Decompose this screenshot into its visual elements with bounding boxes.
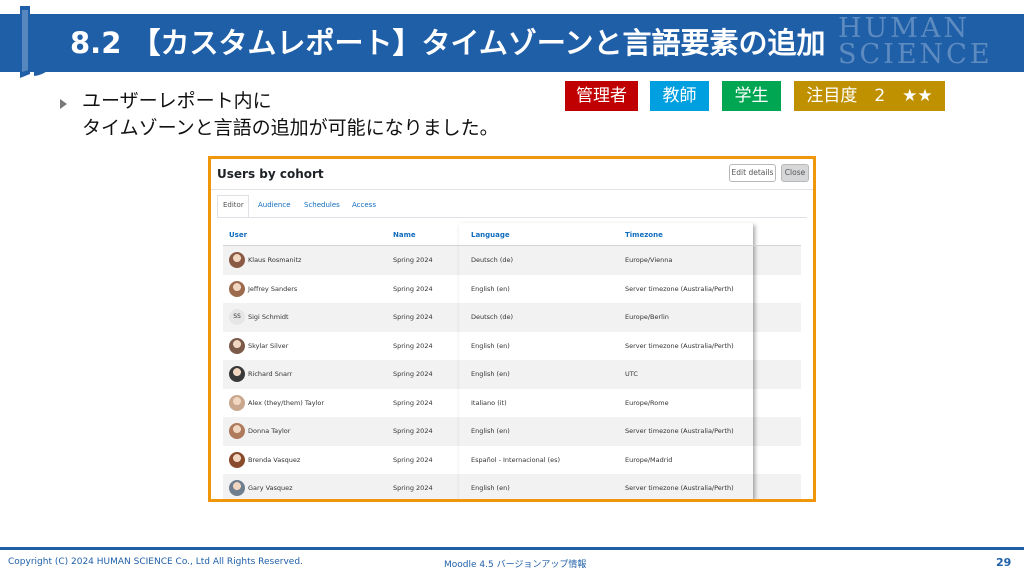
column-header-timezone[interactable]: Timezone [625,231,663,239]
cell-timezone: Server timezone (Australia/Perth) [625,341,734,350]
tab-audience[interactable]: Audience [258,201,291,209]
avatar[interactable] [229,366,245,382]
badge-student: 学生 [722,81,781,111]
cell-language: English (en) [471,370,510,378]
cell-timezone: Server timezone (Australia/Perth) [625,427,734,435]
bullet-text: ユーザーレポート内に タイムゾーンと言語の追加が可能になりました。 [82,88,499,142]
cell-timezone: Europe/Berlin [625,313,669,321]
cell-language: Deutsch (de) [471,313,514,321]
badge-attention-level: 注目度 2 ★★ [794,81,945,111]
watermark-line-2: SCIENCE [838,39,993,70]
tab-schedules[interactable]: Schedules [304,201,340,209]
report-screenshot: Users by cohort Edit details Close Edito… [208,156,816,502]
cell-timezone: UTC [625,370,638,378]
page-number: 29 [996,556,1012,569]
cell-cohort-name: Spring 2024 [393,370,433,378]
avatar[interactable] [229,252,245,268]
cell-timezone: Europe/Rome [625,398,669,407]
cell-user[interactable]: Donna Taylor [248,417,290,446]
badge-teacher: 教師 [650,81,709,111]
cell-timezone: Europe/Madrid [625,455,673,464]
bullet-line-2: タイムゾーンと言語の追加が可能になりました。 [82,117,499,139]
column-header-name[interactable]: Name [393,231,416,239]
highlight-row: English (en) Server timezone (Australia/P… [459,417,753,446]
cell-language: Deutsch (de) [471,256,514,264]
cell-user[interactable]: Alex (they/them) Taylor [248,389,324,418]
company-logo-icon [20,6,52,78]
report-title: Users by cohort [217,167,324,181]
cell-language: English (en) [471,284,510,293]
company-watermark: HUMAN SCIENCE [838,15,1018,70]
avatar[interactable] [229,394,245,411]
highlight-row: English (en) Server timezone (Australia/P… [459,332,753,361]
highlight-row: English (en) UTC [459,360,753,389]
slide-title: 8.2 【カスタムレポート】タイムゾーンと言語要素の追加 [70,26,826,60]
cell-language: English (en) [471,484,510,492]
cell-cohort-name: Spring 2024 [393,256,433,264]
avatar-initials[interactable]: SS [229,309,245,325]
cell-user[interactable]: Klaus Rosmanitz [248,246,301,275]
cell-language: English (en) [471,341,510,350]
cell-cohort-name: Spring 2024 [393,427,433,435]
cell-cohort-name: Spring 2024 [393,455,433,464]
highlight-row: Deutsch (de) Europe/Berlin [459,303,753,332]
tabs-divider [217,217,807,218]
cell-user[interactable]: Gary Vasquez [248,474,293,499]
cell-timezone: Server timezone (Australia/Perth) [625,284,734,293]
tab-access[interactable]: Access [352,201,376,209]
cell-language: Italiano (it) [471,398,507,407]
footer-divider [0,547,1024,550]
cell-timezone: Europe/Vienna [625,256,673,264]
avatar[interactable] [229,423,245,439]
avatar[interactable] [229,280,245,297]
tab-editor[interactable]: Editor [223,201,244,209]
cell-timezone: Server timezone (Australia/Perth) [625,484,734,492]
cell-cohort-name: Spring 2024 [393,398,433,407]
bullet-line-1: ユーザーレポート内に [82,90,272,112]
cell-cohort-name: Spring 2024 [393,341,433,350]
cell-language: Español - Internacional (es) [471,455,561,464]
avatar[interactable] [229,451,245,468]
footer-center-text: Moodle 4.5 バージョンアップ情報 [444,560,587,570]
cell-user[interactable]: Sigi Schmidt [248,303,289,332]
header-divider [211,189,813,190]
highlight-row: English (en) Server timezone (Australia/P… [459,474,753,499]
edit-details-button[interactable]: Edit details [729,164,776,182]
column-header-user[interactable]: User [229,231,247,239]
cell-cohort-name: Spring 2024 [393,313,433,321]
badge-admin: 管理者 [565,81,638,111]
highlight-row: English (en) Server timezone (Australia/P… [459,275,753,304]
avatar[interactable] [229,337,245,354]
highlight-row: Italiano (it) Europe/Rome [459,389,753,418]
highlight-row: Deutsch (de) Europe/Vienna [459,246,753,275]
column-header-language[interactable]: Language [471,231,510,239]
cell-cohort-name: Spring 2024 [393,484,433,492]
cell-user[interactable]: Skylar Silver [248,332,288,361]
footer-copyright: Copyright (C) 2024 HUMAN SCIENCE Co., Lt… [8,557,303,567]
cell-user[interactable]: Richard Snarr [248,360,292,389]
cell-cohort-name: Spring 2024 [393,284,433,293]
cell-user[interactable]: Jeffrey Sanders [248,275,297,304]
cell-user[interactable]: Brenda Vasquez [248,446,300,475]
column-header-divider [223,245,801,246]
avatar[interactable] [229,480,245,496]
close-button[interactable]: Close [781,164,809,182]
cell-language: English (en) [471,427,510,435]
highlight-row: Español - Internacional (es) Europe/Madri… [459,446,753,475]
bullet-arrow-icon [60,99,67,109]
